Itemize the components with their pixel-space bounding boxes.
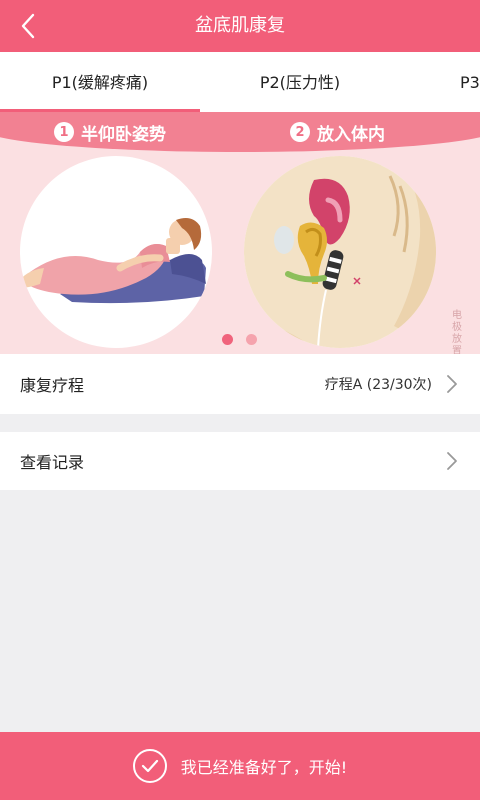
tab-p1[interactable]: P1(缓解疼痛) xyxy=(0,52,200,112)
instruction-banner[interactable]: 1 半仰卧姿势 2 放入体内 电极放置 xyxy=(0,112,480,354)
step-2: 2 放入体内 xyxy=(290,120,385,145)
page-title: 盆底肌康复 xyxy=(195,15,285,36)
step-1: 1 半仰卧姿势 xyxy=(54,120,166,145)
view-records-label: 查看记录 xyxy=(20,453,85,472)
step-1-label: 半仰卧姿势 xyxy=(81,124,166,145)
step-2-number: 2 xyxy=(290,122,310,142)
electrode-diagram-caption: 电极放置示意图 xyxy=(452,310,462,354)
carousel-page-dots xyxy=(0,334,480,346)
page-dot-1[interactable] xyxy=(222,334,233,345)
chevron-right-icon xyxy=(447,375,457,393)
start-button[interactable]: 我已经准备好了，开始! xyxy=(0,732,480,800)
start-button-label: 我已经准备好了，开始! xyxy=(180,758,348,777)
course-label: 康复疗程 xyxy=(20,376,85,395)
chevron-right-icon xyxy=(447,452,457,470)
page-dot-2[interactable] xyxy=(246,334,257,345)
course-value: 疗程A (23/30次) xyxy=(324,377,432,393)
course-row[interactable]: 康复疗程 疗程A (23/30次) xyxy=(0,354,480,414)
step-2-label: 放入体内 xyxy=(317,124,385,145)
view-records-row[interactable]: 查看记录 xyxy=(0,432,480,490)
electrode-placement-illustration xyxy=(244,156,436,348)
check-circle-icon xyxy=(132,749,167,783)
tab-p2[interactable]: P2(压力性) xyxy=(200,52,400,112)
reclining-posture-illustration xyxy=(20,156,212,348)
tab-p3[interactable]: P3 xyxy=(460,52,480,112)
tab-bar: P1(缓解疼痛) P2(压力性) P3 xyxy=(0,52,480,112)
step-1-number: 1 xyxy=(54,122,74,142)
top-bar: 盆底肌康复 xyxy=(0,0,480,52)
